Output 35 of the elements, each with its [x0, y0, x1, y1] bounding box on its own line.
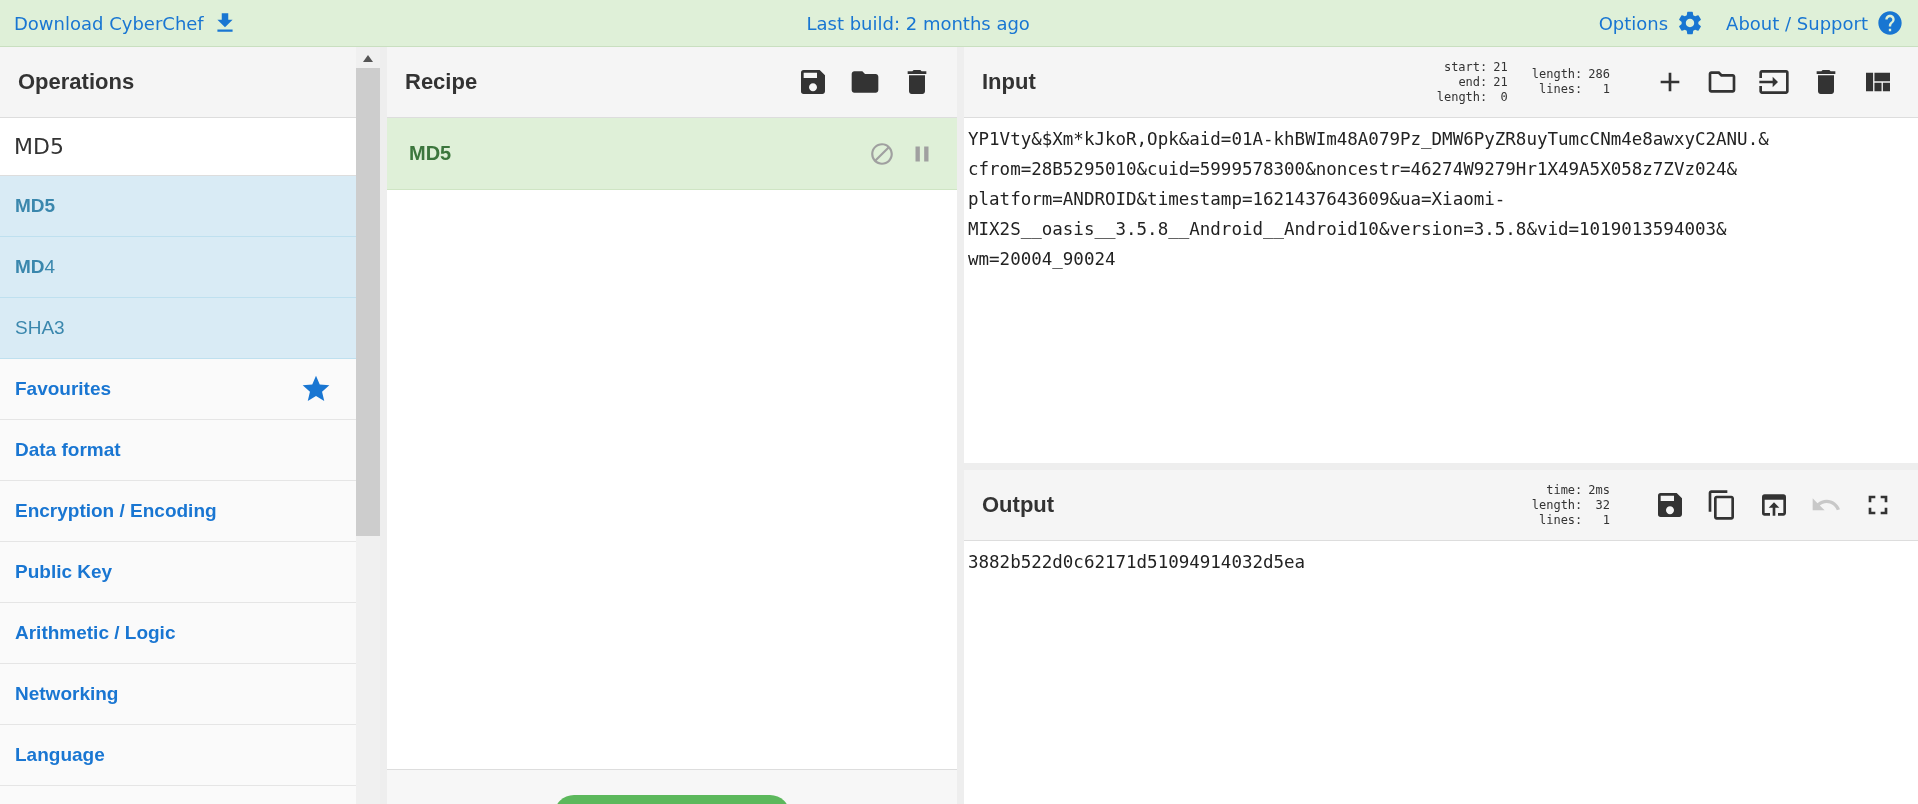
download-link[interactable]: Download CyberChef — [14, 10, 238, 36]
scroll-up-icon[interactable] — [363, 55, 373, 62]
panel-title: Recipe — [405, 69, 478, 95]
search-field[interactable]: MD5 — [0, 118, 356, 176]
stat-value: 21 — [1493, 74, 1508, 90]
stat-value: 21 — [1493, 59, 1508, 75]
stat-label: time: — [1545, 482, 1583, 498]
panel-title: Input — [982, 69, 1036, 95]
options-link[interactable]: Options — [1598, 9, 1705, 37]
panel-title: Output — [982, 492, 1055, 518]
stat-label: lines: — [1537, 512, 1583, 528]
stat-label: length: — [1531, 497, 1583, 513]
stat-label: end: — [1457, 74, 1488, 90]
stat-value: 32 — [1594, 497, 1610, 513]
panel-title: Operations — [18, 69, 135, 95]
stat-value: 2ms — [1588, 482, 1610, 498]
scrollbar-thumb[interactable] — [356, 68, 380, 536]
stat-label: lines: — [1537, 82, 1583, 97]
output-text: 3882b522d0c62171d51094914032d5ea — [967, 551, 1307, 574]
operation-item[interactable]: SHA3 — [0, 298, 356, 359]
operation-item[interactable]: MD4 — [0, 237, 356, 298]
build-info: Last build: 2 months ago — [806, 12, 1030, 34]
stat-label: start: — [1442, 59, 1488, 75]
stat-value: 0 — [1499, 89, 1508, 105]
stat-value: 286 — [1588, 67, 1610, 82]
input-text[interactable]: YP1Vty&$Xm*kJkoR,Opk&aid=01A-khBWIm48A079Pz_DMW6PyZR8uyTumcCNm4e8awxyC2ANU.& cfrom=28B5295010&cuid=5999578300&noncestr=46274W9279Hr1X49A5X058z7ZVz024& platform=ANDROID&timestamp=1621437643609&ua=Xiaomi- MIX2S__oasis__3.5.8__Android__Android10&version=3.5.8&vid=1019013594003& wm=20004_90024 — [964, 118, 1918, 463]
stat-value: 1 — [1601, 512, 1610, 528]
help-icon — [1876, 9, 1904, 37]
step-name: MD5 — [409, 142, 452, 165]
stat-label: length: — [1531, 67, 1583, 82]
operation-item[interactable]: MD5 — [0, 176, 356, 237]
category-item[interactable]: Favourites — [0, 359, 356, 420]
stat-label: length: — [1436, 89, 1488, 105]
stat-value: 1 — [1601, 82, 1610, 97]
about-link[interactable]: About / Support — [1726, 9, 1904, 37]
